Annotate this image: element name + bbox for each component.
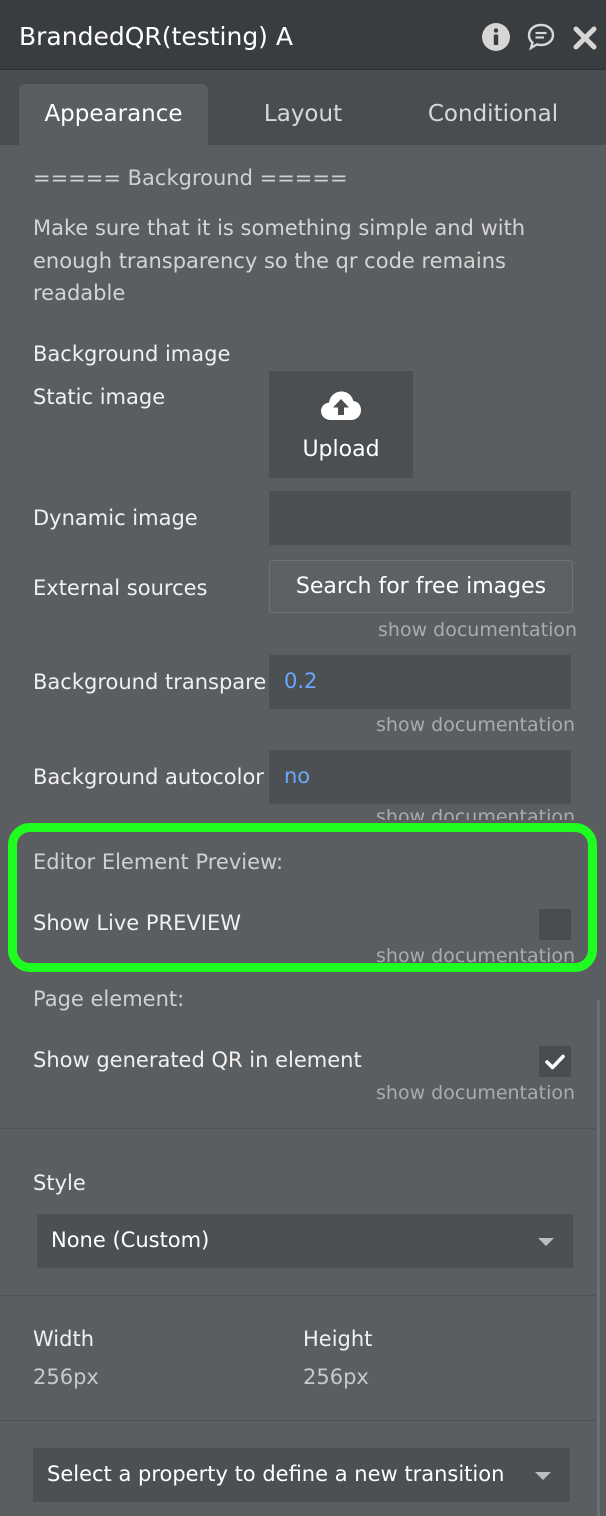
cloud-upload-icon — [321, 391, 361, 420]
dynamic-image-input[interactable] — [269, 491, 571, 545]
show-documentation-link[interactable]: show documentation — [378, 619, 577, 641]
show-generated-qr-label: Show generated QR in element — [33, 1048, 362, 1072]
background-transparency-label: Background transpare — [33, 670, 267, 694]
tab-bar: Appearance Layout Conditional — [0, 70, 606, 145]
section-divider — [0, 1295, 596, 1296]
section-divider — [0, 1128, 596, 1129]
section-divider — [0, 1420, 596, 1421]
show-documentation-link[interactable]: show documentation — [376, 1082, 575, 1104]
upload-button[interactable]: Upload — [269, 371, 413, 478]
search-free-images-button[interactable]: Search for free images — [269, 560, 573, 613]
background-transparency-input[interactable]: 0.2 — [269, 655, 571, 709]
title-bar: BrandedQR(testing) A — [0, 0, 606, 70]
tab-conditional[interactable]: Conditional — [405, 84, 581, 145]
upload-label: Upload — [302, 437, 380, 462]
comment-icon[interactable] — [526, 22, 556, 52]
property-editor-panel: BrandedQR(testing) A Appearance Layout C… — [0, 0, 606, 1516]
width-label: Width — [33, 1327, 95, 1351]
transition-placeholder: Select a property to define a new transi… — [47, 1462, 505, 1486]
background-image-label: Background image — [33, 342, 231, 366]
dynamic-image-label: Dynamic image — [33, 506, 198, 530]
chevron-down-icon — [535, 1472, 551, 1480]
style-label: Style — [33, 1171, 86, 1195]
style-selected-value: None (Custom) — [51, 1228, 210, 1252]
tab-layout[interactable]: Layout — [230, 84, 376, 145]
show-generated-qr-checkbox[interactable] — [539, 1046, 571, 1077]
background-transparency-value: 0.2 — [284, 669, 318, 693]
height-value[interactable]: 256px — [303, 1365, 369, 1389]
background-autocolor-label: Background autocolor — [33, 765, 264, 789]
show-documentation-link[interactable]: show documentation — [376, 806, 575, 820]
transition-property-dropdown[interactable]: Select a property to define a new transi… — [33, 1448, 570, 1502]
close-icon[interactable] — [572, 25, 598, 51]
chevron-down-icon — [538, 1238, 554, 1246]
background-description: Make sure that it is something simple an… — [33, 216, 526, 305]
background-section-header: ===== Background ===== — [33, 166, 348, 190]
show-documentation-link[interactable]: show documentation — [376, 714, 575, 736]
style-dropdown[interactable]: None (Custom) — [37, 1214, 573, 1268]
height-label: Height — [303, 1327, 373, 1351]
page-element-header: Page element: — [33, 987, 185, 1011]
static-image-label: Static image — [33, 385, 166, 409]
background-autocolor-value: no — [284, 764, 311, 788]
highlight-outline — [8, 823, 597, 972]
element-title: BrandedQR(testing) A — [19, 22, 293, 51]
info-icon[interactable] — [481, 22, 511, 52]
checkmark-icon — [545, 1054, 565, 1070]
background-autocolor-dropdown[interactable]: no — [269, 750, 571, 804]
scrollbar[interactable] — [597, 1000, 600, 1516]
width-value[interactable]: 256px — [33, 1365, 99, 1389]
tab-appearance[interactable]: Appearance — [19, 84, 208, 145]
external-sources-label: External sources — [33, 576, 208, 600]
